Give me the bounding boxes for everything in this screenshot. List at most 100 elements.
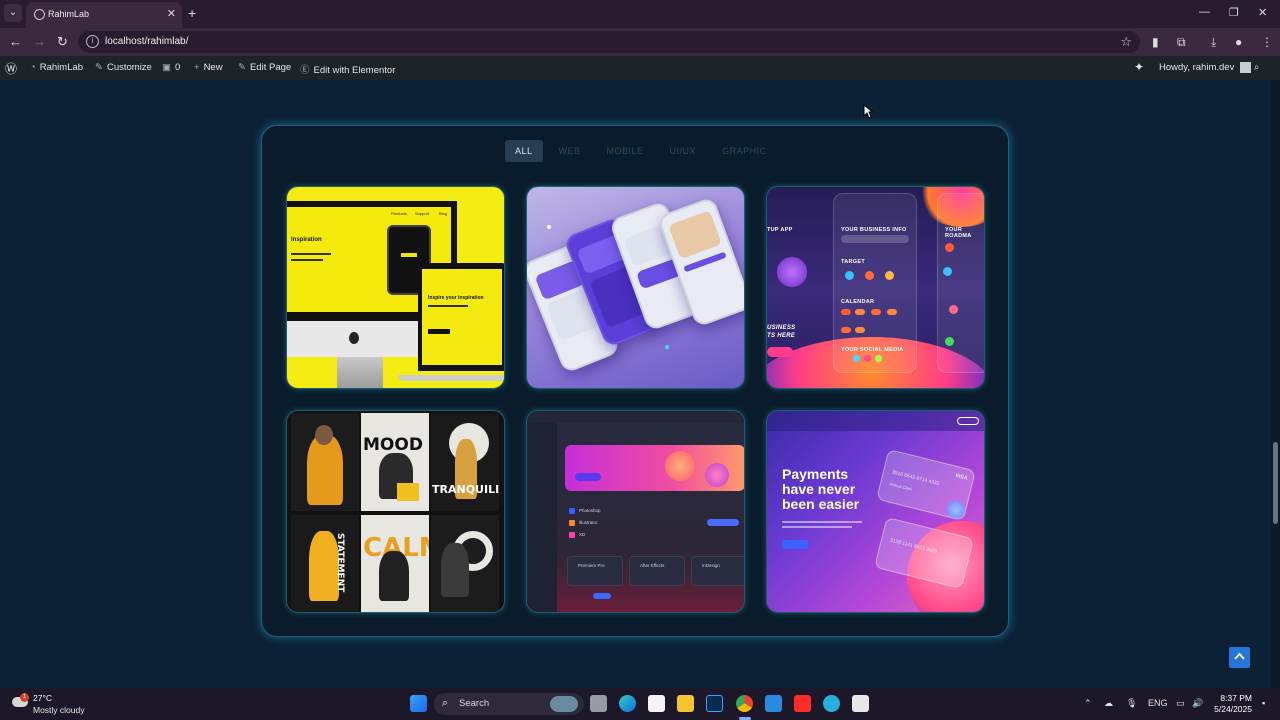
menu-kebab-icon[interactable]: ⋮	[1261, 35, 1273, 49]
portfolio-item-dashboard-ui[interactable]: Photoshop Illustrator XD Premiere Pro Af…	[526, 410, 745, 613]
portfolio-item-yellow-web-mockup[interactable]: Products Support Blog Inspiration Inspir…	[286, 186, 505, 389]
filter-graphic[interactable]: GRAPHIC	[712, 140, 777, 162]
vscode-icon[interactable]	[765, 695, 782, 712]
scrollbar-thumb[interactable]	[1273, 442, 1278, 524]
taskbar-search[interactable]: ⌕ Search	[434, 693, 584, 715]
taskbar-search-label: Search	[459, 698, 490, 709]
file-explorer-icon[interactable]	[677, 695, 694, 712]
address-bar[interactable]: i localhost/rahimlab/ ☆	[78, 31, 1140, 53]
microphone-icon[interactable]: 🎙	[1126, 698, 1137, 709]
forward-icon[interactable]: →	[33, 34, 46, 49]
download-icon[interactable]: ⤓	[1211, 35, 1216, 50]
browser-tab-bar: ⌄ RahimLab ✕ + — ❐ ✕	[0, 0, 1280, 28]
roadmap-dot	[945, 243, 954, 252]
poster-thumbnail: CALM	[361, 515, 429, 612]
network-icon[interactable]: ▭	[1176, 698, 1185, 709]
taskbar-clock[interactable]: 8:37 PM 5/24/2025	[1212, 693, 1252, 715]
business-text-line1: USINESS	[767, 325, 796, 331]
wp-site-link[interactable]: ◔ RahimLab	[30, 62, 83, 73]
scroll-to-top-button[interactable]	[1229, 647, 1250, 668]
clock-date: 5/24/2025	[1214, 704, 1252, 714]
photoshop-icon[interactable]	[706, 695, 723, 712]
portfolio-item-poster-design-set[interactable]: MOOD TRANQUILITY STATEMENT CALM	[286, 410, 505, 613]
app-icon[interactable]	[823, 695, 840, 712]
onedrive-icon[interactable]: ☁	[1104, 698, 1113, 709]
new-tab-icon[interactable]: +	[188, 5, 196, 21]
volume-icon[interactable]: 🔊	[1192, 698, 1203, 709]
wp-comments-link[interactable]: ▣ 0	[162, 62, 180, 73]
landing-headline: Payments have never been easier	[782, 466, 860, 512]
brush-icon: ✎	[95, 62, 103, 73]
restore-icon[interactable]: ❐	[1229, 6, 1239, 19]
bookmark-star-icon[interactable]: ☆	[1120, 34, 1132, 50]
extensions-icon[interactable]: ⧉	[1177, 35, 1186, 50]
mock-text-line	[291, 253, 331, 255]
poster-word: STATEMENT	[335, 533, 345, 593]
apple-logo-icon	[349, 332, 359, 344]
notion-icon[interactable]	[648, 695, 665, 712]
roadmap-dot	[945, 337, 954, 346]
ai-sparkle-icon[interactable]: ✦	[1134, 60, 1144, 74]
browser-tab[interactable]: RahimLab ✕	[26, 2, 182, 28]
wp-new-link[interactable]: + New	[194, 62, 223, 73]
reading-list-icon[interactable]: ▮	[1152, 35, 1159, 49]
site-info-icon[interactable]: i	[86, 35, 99, 48]
wp-howdy[interactable]: Howdy, rahim.dev	[1159, 62, 1251, 73]
filter-mobile[interactable]: MOBILE	[597, 140, 654, 162]
poster-thumbnail	[431, 515, 499, 612]
profile-icon[interactable]: ●	[1235, 35, 1242, 49]
mock-nav-item: Blog	[439, 211, 448, 216]
target-option	[865, 271, 874, 280]
wordpress-logo-icon[interactable]: Ⓦ	[5, 60, 17, 77]
card-number: 3128 1141 8423 0629	[889, 537, 938, 556]
list-item-label: XD	[579, 532, 586, 537]
window-close-icon[interactable]: ✕	[1258, 6, 1267, 19]
social-icon	[875, 355, 882, 362]
task-view-icon[interactable]	[590, 695, 607, 712]
snipping-tool-icon[interactable]	[852, 695, 869, 712]
poster-figure	[441, 543, 469, 597]
tab-close-icon[interactable]: ✕	[167, 7, 176, 20]
reload-icon[interactable]: ↻	[57, 34, 68, 50]
portfolio-item-payments-landing[interactable]: 3516 8643 6714 4332 Joshua Clark VISA 31…	[766, 410, 985, 613]
poster-thumbnail	[291, 413, 359, 511]
card-brand: VISA	[954, 472, 969, 482]
portfolio-item-startup-app-ui[interactable]: TUP APP YOUR BUSINESS INFO TARGET CALEND…	[766, 186, 985, 389]
notifications-icon[interactable]: ▪	[1262, 698, 1265, 708]
gradient-blob	[777, 257, 807, 287]
poster-thumbnail: TRANQUILITY	[431, 413, 499, 511]
windows-start-icon[interactable]	[410, 695, 427, 712]
calendar-chip	[841, 327, 851, 333]
calendar-chip	[855, 327, 865, 333]
app-icon	[569, 508, 575, 514]
portfolio-item-mobile-app-mockup[interactable]	[526, 186, 745, 389]
edge-browser-icon[interactable]	[619, 695, 636, 712]
portfolio-section: ALL WEB MOBILE UI/UX GRAPHIC Products Su…	[261, 125, 1009, 637]
status-chip	[707, 519, 739, 526]
wp-admin-bar: Ⓦ ◔ RahimLab ✎ Customize ▣ 0 + New ✎ Edit Pag…	[0, 56, 1280, 80]
roadmap-dot	[949, 305, 958, 314]
filter-uiux[interactable]: UI/UX	[660, 140, 707, 162]
chrome-icon[interactable]	[736, 695, 753, 712]
back-icon[interactable]: ←	[9, 34, 22, 49]
target-label: TARGET	[841, 259, 866, 265]
page-scrollbar[interactable]	[1270, 80, 1280, 688]
portfolio-filters: ALL WEB MOBILE UI/UX GRAPHIC	[505, 140, 783, 162]
minimize-icon[interactable]: —	[1199, 6, 1210, 18]
tab-search-icon[interactable]: ⌄	[4, 4, 22, 22]
app-box-label: Premiere Pro	[578, 563, 605, 568]
clock-time: 8:37 PM	[1220, 693, 1252, 703]
tray-overflow-icon[interactable]: ⌃	[1084, 698, 1092, 709]
wp-edit-page-link[interactable]: ✎ Edit Page	[238, 62, 291, 73]
wp-elementor-link[interactable]: Ⓔ Edit with Elementor	[300, 62, 395, 76]
filter-all[interactable]: ALL	[505, 140, 543, 162]
youtube-icon[interactable]	[794, 695, 811, 712]
language-indicator[interactable]: ENG	[1148, 698, 1168, 708]
wp-customize-link[interactable]: ✎ Customize	[95, 62, 152, 73]
wp-search-icon[interactable]: ⌕	[1254, 62, 1259, 73]
filter-web[interactable]: WEB	[549, 140, 591, 162]
list-item-label: Photoshop	[579, 508, 601, 513]
elementor-icon: Ⓔ	[300, 65, 310, 76]
app-icon	[569, 520, 575, 526]
wp-elementor-label: Edit with Elementor	[313, 65, 396, 76]
